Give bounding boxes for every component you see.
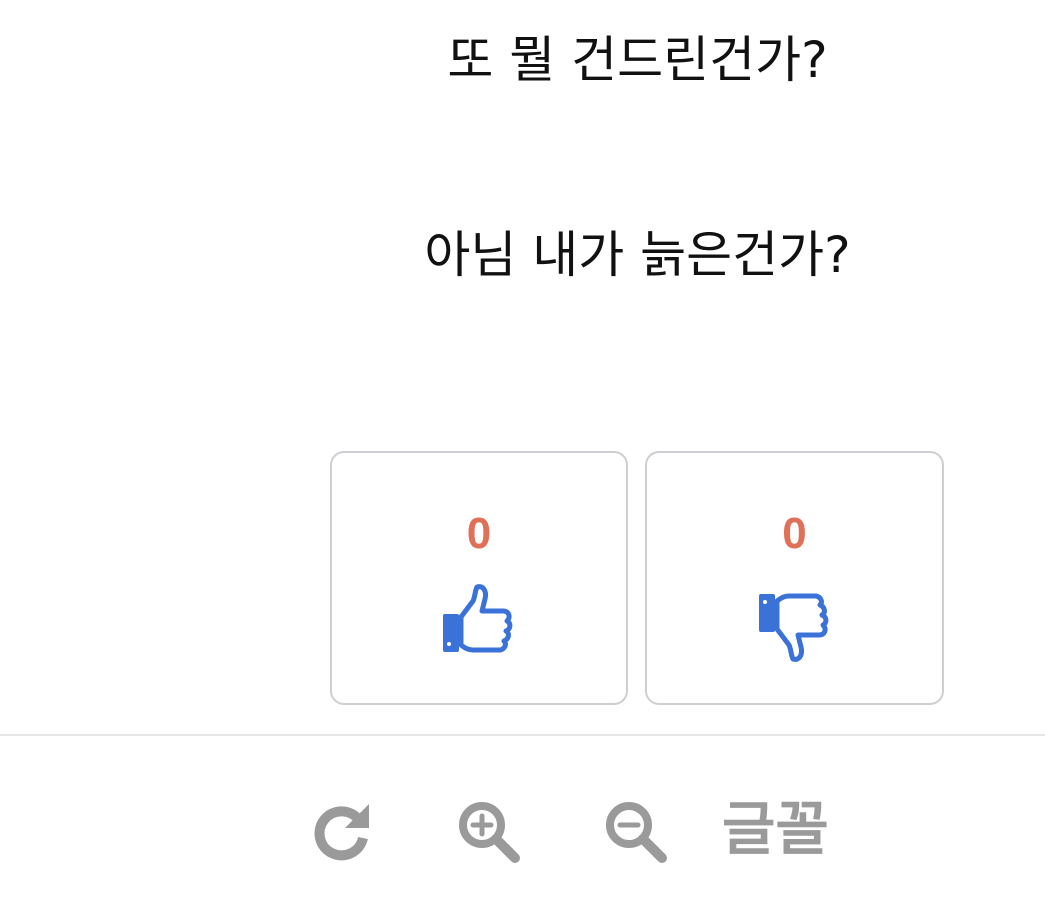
post-text-line-1: 또 뭘 건드린건가?	[447, 31, 828, 89]
upvote-button[interactable]: 0	[330, 451, 628, 705]
refresh-icon	[314, 804, 369, 861]
downvote-button[interactable]: 0	[645, 451, 944, 705]
thumbs-up-icon	[443, 584, 513, 653]
zoom-out-icon	[606, 802, 667, 863]
zoom-in-button[interactable]	[453, 796, 523, 866]
toolbar-divider	[0, 734, 1045, 736]
font-button[interactable]: 글꼴	[722, 792, 852, 866]
upvote-count: 0	[466, 509, 492, 558]
downvote-count: 0	[782, 509, 807, 558]
refresh-button[interactable]	[307, 796, 377, 866]
zoom-out-button[interactable]	[600, 796, 670, 866]
post-text-line-2: 아님 내가 늙은건가?	[424, 226, 851, 284]
zoom-in-icon	[459, 802, 520, 863]
thumbs-down-icon	[758, 593, 828, 662]
